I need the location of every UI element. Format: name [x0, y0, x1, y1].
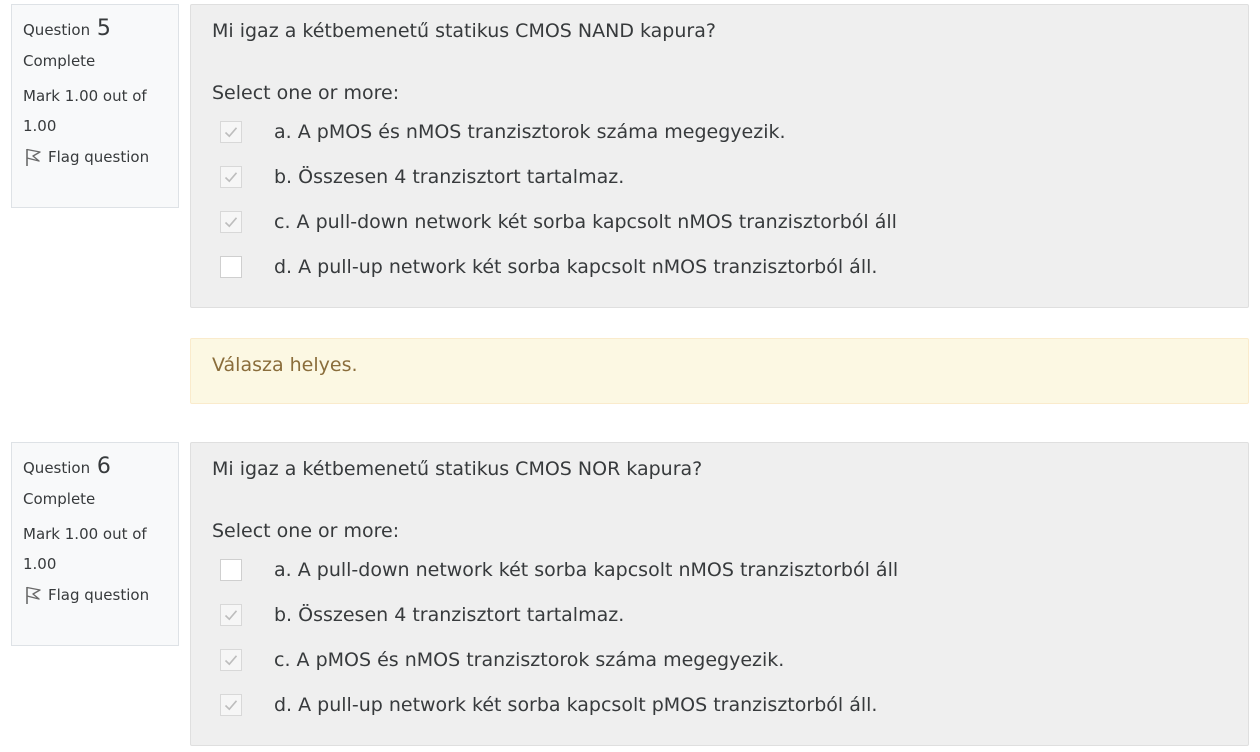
- question-grade: Mark 1.00 out of 1.00: [23, 525, 147, 573]
- question-info: Question 6 Complete Mark 1.00 out of 1.0…: [11, 442, 179, 646]
- question-info: Question 5 Complete Mark 1.00 out of 1.0…: [11, 4, 179, 208]
- question-number: 5: [96, 16, 111, 41]
- flag-question-label: Flag question: [48, 148, 150, 166]
- answer-checkbox[interactable]: [220, 211, 242, 233]
- answer-checkbox[interactable]: [220, 649, 242, 671]
- check-icon: [224, 127, 238, 138]
- flag-question-link[interactable]: Flag question: [23, 145, 178, 169]
- question-label: Question: [23, 21, 91, 39]
- question-text: Mi igaz a kétbemenetű statikus CMOS NOR …: [212, 458, 703, 480]
- flag-icon: [26, 148, 41, 166]
- answer-option-d[interactable]: d. A pull-up network két sorba kapcsolt …: [220, 693, 877, 717]
- answer-label: c. A pull-down network két sorba kapcsol…: [274, 211, 897, 233]
- answer-option-c[interactable]: c. A pMOS és nMOS tranzisztorok száma me…: [220, 648, 784, 672]
- answer-label: b. Összesen 4 tranzisztort tartalmaz.: [274, 166, 625, 188]
- question-state: Complete: [23, 490, 96, 508]
- flag-icon: [26, 586, 41, 604]
- answer-checkbox[interactable]: [220, 166, 242, 188]
- answer-prompt: Select one or more:: [212, 82, 400, 104]
- check-icon: [224, 610, 238, 621]
- check-icon: [224, 217, 238, 228]
- answer-option-b[interactable]: b. Összesen 4 tranzisztort tartalmaz.: [220, 603, 624, 627]
- question-text: Mi igaz a kétbemenetű statikus CMOS NAND…: [212, 20, 716, 42]
- feedback-text: Válasza helyes.: [212, 354, 358, 376]
- answer-label: a. A pMOS és nMOS tranzisztorok száma me…: [274, 121, 786, 143]
- answer-label: c. A pMOS és nMOS tranzisztorok száma me…: [274, 649, 785, 671]
- answer-option-a[interactable]: a. A pull-down network két sorba kapcsol…: [220, 558, 898, 582]
- answer-option-d[interactable]: d. A pull-up network két sorba kapcsolt …: [220, 255, 877, 279]
- answer-option-c[interactable]: c. A pull-down network két sorba kapcsol…: [220, 210, 897, 234]
- flag-question-link[interactable]: Flag question: [23, 583, 178, 607]
- answer-label: d. A pull-up network két sorba kapcsolt …: [274, 256, 878, 278]
- question-label: Question: [23, 459, 91, 477]
- check-icon: [224, 172, 238, 183]
- answer-checkbox[interactable]: [220, 694, 242, 716]
- question-content: Mi igaz a kétbemenetű statikus CMOS NOR …: [190, 442, 1249, 746]
- answer-prompt: Select one or more:: [212, 520, 400, 542]
- question-state: Complete: [23, 52, 96, 70]
- answer-checkbox[interactable]: [220, 121, 242, 143]
- feedback-box: Válasza helyes.: [190, 338, 1249, 404]
- flag-question-label: Flag question: [48, 586, 150, 604]
- question-grade: Mark 1.00 out of 1.00: [23, 87, 147, 135]
- question-content: Mi igaz a kétbemenetű statikus CMOS NAND…: [190, 4, 1249, 308]
- answer-checkbox[interactable]: [220, 604, 242, 626]
- answer-label: b. Összesen 4 tranzisztort tartalmaz.: [274, 604, 625, 626]
- answer-label: d. A pull-up network két sorba kapcsolt …: [274, 694, 878, 716]
- answer-label: a. A pull-down network két sorba kapcsol…: [274, 559, 899, 581]
- check-icon: [224, 655, 238, 666]
- question-number: 6: [96, 454, 111, 479]
- question-number-line: Question 6: [23, 452, 178, 482]
- answer-option-a[interactable]: a. A pMOS és nMOS tranzisztorok száma me…: [220, 120, 786, 144]
- question-number-line: Question 5: [23, 14, 178, 44]
- check-icon: [224, 700, 238, 711]
- answer-option-b[interactable]: b. Összesen 4 tranzisztort tartalmaz.: [220, 165, 624, 189]
- answer-checkbox[interactable]: [220, 559, 242, 581]
- answer-checkbox[interactable]: [220, 256, 242, 278]
